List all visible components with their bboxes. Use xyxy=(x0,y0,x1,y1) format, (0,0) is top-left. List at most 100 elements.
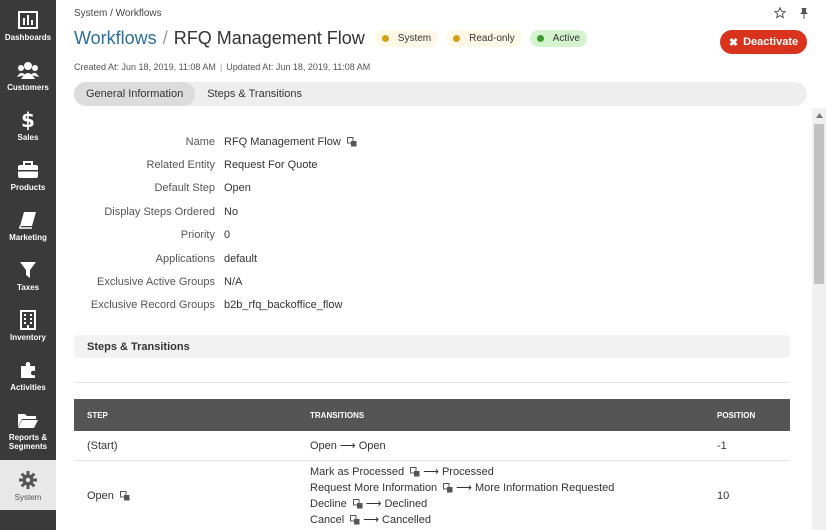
field-label: Default Step xyxy=(154,182,215,195)
top-icons xyxy=(773,6,810,19)
field-row-priority: Priority 0 xyxy=(56,224,456,247)
field-row-applications: Applications default xyxy=(56,247,456,270)
sidebar-item-customers[interactable]: Customers xyxy=(0,50,56,100)
column-header-step[interactable]: STEP xyxy=(74,411,310,420)
status-dot-icon xyxy=(453,35,461,42)
transition-name: Decline xyxy=(310,497,347,510)
field-row-related-entity: Related Entity Request For Quote xyxy=(56,153,456,176)
arrow-right-icon: ⟶ xyxy=(365,498,382,510)
arrow-right-icon: ⟶ xyxy=(339,440,356,452)
transition-name: Cancel xyxy=(310,513,345,526)
field-value: N/A xyxy=(224,276,243,289)
step-cell: (Start) xyxy=(87,439,118,452)
arrow-right-icon: ⟶ xyxy=(363,514,380,526)
transition-target: Processed xyxy=(441,465,494,478)
field-value-text: RFQ Management Flow xyxy=(224,135,341,148)
sidebar-item-label: Activities xyxy=(10,382,46,392)
table-row: Open Mark as Processed ⟶ Processed Reque… xyxy=(74,461,790,530)
field-label: Exclusive Record Groups xyxy=(90,299,215,312)
star-icon[interactable] xyxy=(773,6,787,19)
sidebar-item-label: System xyxy=(14,492,42,502)
field-row-name: Name RFQ Management Flow xyxy=(56,130,456,153)
tab-general-information[interactable]: General Information xyxy=(74,82,196,106)
filter-icon xyxy=(19,259,37,281)
transition-target: Cancelled xyxy=(382,513,431,526)
translation-icon[interactable] xyxy=(346,136,357,147)
deactivate-button[interactable]: ✖ Deactivate xyxy=(720,30,807,54)
sidebar-item-sales[interactable]: $ Sales xyxy=(0,100,56,150)
sidebar-item-products[interactable]: Products xyxy=(0,150,56,200)
transition-line: Mark as Processed ⟶ Processed xyxy=(310,464,717,480)
close-icon: ✖ xyxy=(728,36,739,49)
divider xyxy=(74,382,790,383)
folder-icon xyxy=(17,409,39,431)
sidebar: Dashboards Customers $ Sales Products Ma… xyxy=(0,0,56,530)
table-header: STEP TRANSITIONS POSITION xyxy=(74,399,790,431)
sidebar-item-activities[interactable]: Activities xyxy=(0,350,56,400)
transition-name: Request More Information xyxy=(310,481,438,494)
building-icon xyxy=(20,309,36,331)
sidebar-item-label: Customers xyxy=(7,82,49,92)
scrollbar[interactable] xyxy=(812,108,826,530)
puzzle-icon xyxy=(19,359,37,381)
title-link-workflows[interactable]: Workflows xyxy=(74,28,157,49)
section-header-steps-transitions: Steps & Transitions xyxy=(74,335,790,358)
field-row-exclusive-active-groups: Exclusive Active Groups N/A xyxy=(56,270,456,293)
transitions-cell: Open ⟶ Open xyxy=(310,431,717,460)
transition-name: Open xyxy=(310,439,337,452)
badge-label: System xyxy=(397,33,432,44)
column-header-position[interactable]: POSITION xyxy=(717,411,790,420)
briefcase-icon xyxy=(17,159,39,181)
page-title: Workflows / RFQ Management Flow System R… xyxy=(74,28,587,49)
sidebar-item-reports-segments[interactable]: Reports & Segments xyxy=(0,400,56,460)
sidebar-item-system[interactable]: System xyxy=(0,460,56,510)
translation-icon[interactable] xyxy=(352,498,363,509)
badge-label: Active xyxy=(552,33,580,44)
sidebar-item-inventory[interactable]: Inventory xyxy=(0,300,56,350)
general-info-fields: Name RFQ Management Flow Related Entity … xyxy=(56,130,456,317)
sidebar-item-label: Dashboards xyxy=(4,32,52,42)
transition-target: More Information Requested xyxy=(474,481,615,494)
sidebar-item-dashboards[interactable]: Dashboards xyxy=(0,0,56,50)
transition-target: Open xyxy=(358,439,386,452)
translation-icon[interactable] xyxy=(410,466,420,477)
step-cell: Open xyxy=(74,461,310,530)
sidebar-item-label: Inventory xyxy=(9,332,46,342)
translation-icon[interactable] xyxy=(350,514,360,525)
deactivate-label: Deactivate xyxy=(743,36,799,48)
field-label: Priority xyxy=(180,229,215,242)
status-badge-system: System xyxy=(374,30,439,47)
badge-label: Read-only xyxy=(469,33,515,44)
transition-line: Request More Information ⟶ More Informat… xyxy=(310,480,717,496)
sidebar-item-label: Marketing xyxy=(9,232,47,242)
field-label: Exclusive Active Groups xyxy=(97,276,215,289)
position-cell: 10 xyxy=(717,489,730,502)
svg-text:$: $ xyxy=(21,109,35,131)
field-label: Display Steps Ordered xyxy=(104,205,215,218)
gear-icon xyxy=(19,469,37,491)
breadcrumb[interactable]: System / Workflows xyxy=(74,8,162,19)
users-icon xyxy=(17,59,39,81)
translation-icon[interactable] xyxy=(443,482,453,493)
scrollbar-thumb[interactable] xyxy=(814,124,824,284)
scroll-up-icon[interactable] xyxy=(812,108,826,122)
field-value: Open xyxy=(224,182,251,195)
tab-bar: General Information Steps & Transitions xyxy=(74,82,807,106)
dollar-icon: $ xyxy=(21,109,35,131)
field-label: Name xyxy=(185,135,215,148)
updated-at: Updated At: Jun 18, 2019, 11:08 AM xyxy=(226,62,371,72)
sidebar-item-taxes[interactable]: Taxes xyxy=(0,250,56,300)
position-cell: -1 xyxy=(717,439,727,452)
title-entity-name: RFQ Management Flow xyxy=(173,28,365,48)
step-name: Open xyxy=(87,489,114,502)
translation-icon[interactable] xyxy=(119,490,130,501)
arrow-right-icon: ⟶ xyxy=(423,466,439,478)
sidebar-item-marketing[interactable]: Marketing xyxy=(0,200,56,250)
transition-line: Cancel ⟶ Cancelled xyxy=(310,512,717,528)
bar-chart-icon xyxy=(18,9,38,31)
pin-icon[interactable] xyxy=(798,7,810,19)
tab-steps-transitions[interactable]: Steps & Transitions xyxy=(195,82,314,106)
transition-name: Mark as Processed xyxy=(310,465,405,478)
record-meta: Created At: Jun 18, 2019, 11:08 AM | Updat… xyxy=(74,62,370,72)
column-header-transitions[interactable]: TRANSITIONS xyxy=(310,411,717,420)
